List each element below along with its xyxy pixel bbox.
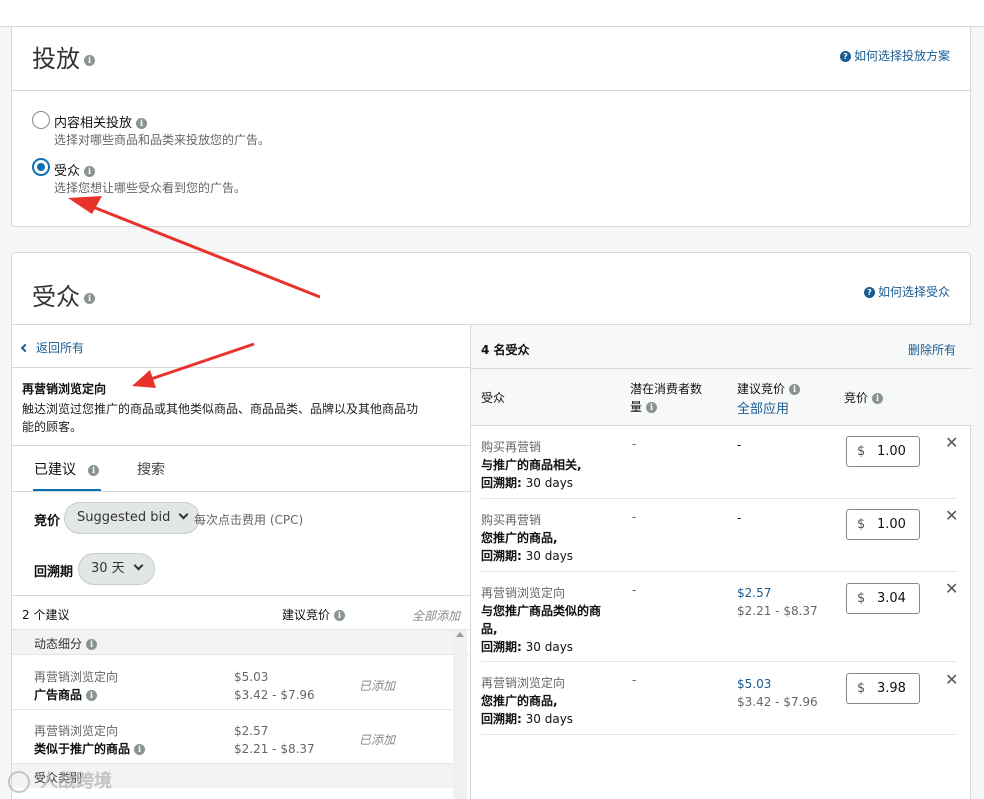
watermark: 人战跨境 [8,767,112,793]
annotation-arrow [132,342,255,388]
annotation-arrows [68,196,321,388]
watermark-logo-icon [8,771,30,793]
annotation-arrow [68,196,321,299]
